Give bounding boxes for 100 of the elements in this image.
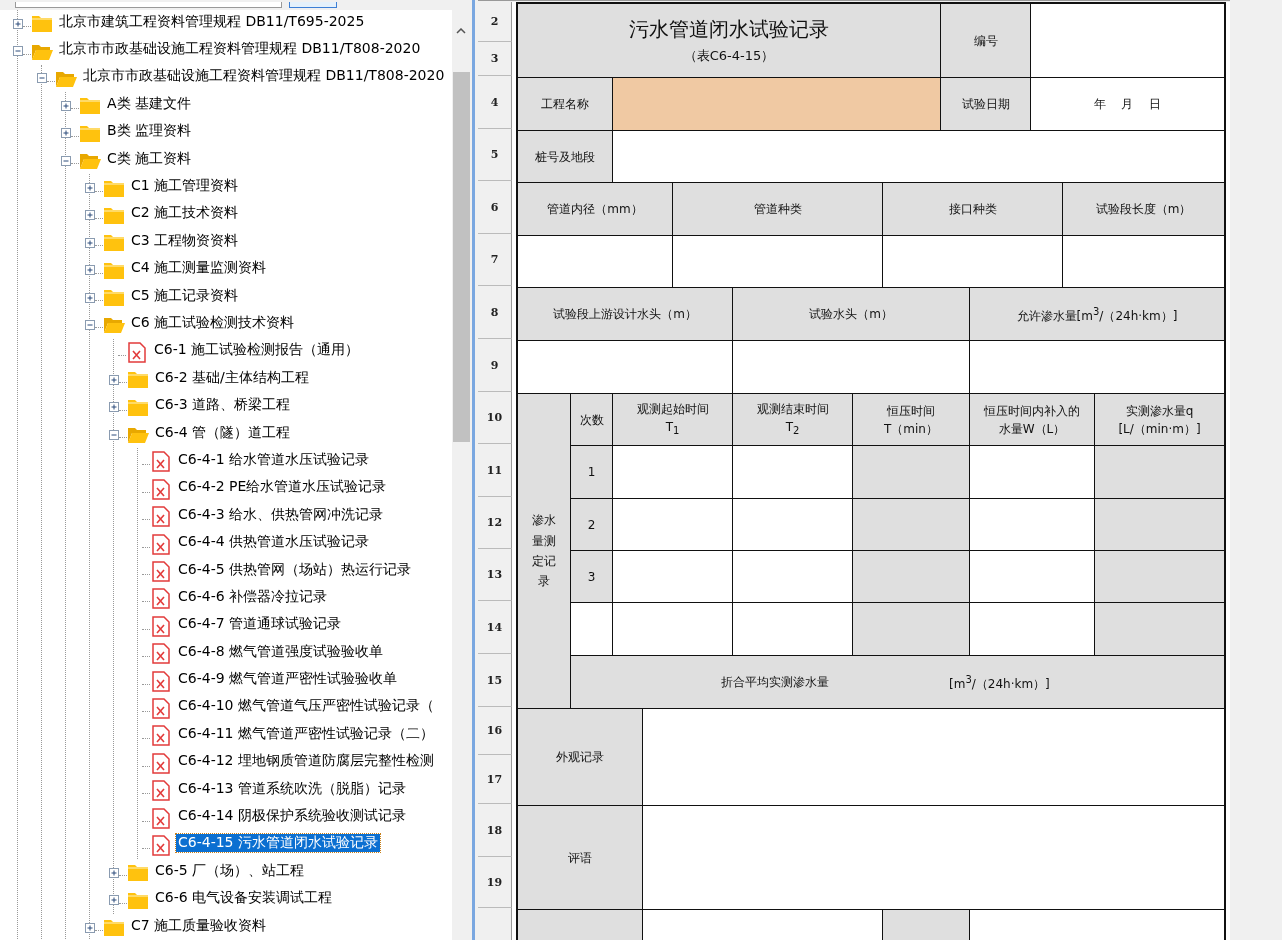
expand-icon[interactable] [109,895,119,906]
row-header[interactable]: 11 [478,444,512,497]
tree-item[interactable]: C6-4-10 燃气管道气压严密性试验记录（ [176,697,436,716]
table-cell: 渗水量测定记录 [518,394,570,708]
table-cell: 年 月 日 [1031,78,1224,130]
folder-icon [103,178,125,198]
row-header[interactable]: 14 [478,601,512,654]
tree-item[interactable]: C7 施工质量验收资料 [129,916,269,935]
file-cross-icon [152,697,170,719]
open-folder-icon [103,315,125,335]
tree-item[interactable]: C6-4-6 补偿器冷拉记录 [176,587,330,606]
tree-item[interactable]: C6-3 道路、桥梁工程 [153,396,293,415]
row-header[interactable]: 3 [478,42,512,76]
tree-item[interactable]: C6-4-7 管道通球试验记录 [176,615,344,634]
tree-item[interactable]: C6-4-8 燃气管道强度试验验收单 [176,642,386,661]
tree-item[interactable]: C6-4-5 供热管网（场站）热运行记录 [176,560,414,579]
tree-item[interactable]: C6-2 基础/主体结构工程 [153,368,311,387]
tree-item[interactable]: 北京市市政基础设施工程资料管理规程 DB11/T808-2020 [81,67,447,86]
row-header[interactable]: 10 [478,392,512,444]
expand-icon[interactable] [109,402,119,413]
file-cross-icon [152,670,170,692]
tree-item[interactable]: C6-4-12 埋地钢质管道防腐层完整性检测 [176,752,436,771]
file-cross-icon [152,615,170,637]
row-header[interactable]: 2 [478,2,512,42]
expand-icon[interactable] [109,867,119,878]
expand-icon[interactable] [85,292,95,303]
expand-icon[interactable] [109,374,119,385]
table-cell: 桩号及地段 [518,131,612,182]
table-cell: 1 [571,446,612,498]
tree-item[interactable]: C6-1 施工试验检测报告（通用） [152,341,362,360]
toolbar-button[interactable] [289,2,337,8]
open-folder-icon [127,425,149,445]
cell-text: 折合平均实测渗水量 [721,674,829,691]
table-cell: 试验日期 [941,78,1030,130]
row-header[interactable]: 6 [478,181,512,234]
open-folder-icon [79,151,101,171]
folder-icon [127,397,149,417]
tree-item[interactable]: C6-4-2 PE给水管道水压试验记录 [176,478,389,497]
tree-item[interactable]: 北京市建筑工程资料管理规程 DB11/T695-2025 [57,12,367,31]
tree-item[interactable]: C6-4 管（隧）道工程 [153,423,293,442]
expand-icon[interactable] [85,210,95,221]
table-cell: 外观记录 [518,709,642,805]
expand-icon[interactable] [85,183,95,194]
tree-item[interactable]: C6-4-15 污水管道闭水试验记录 [176,834,380,853]
file-cross-icon [152,643,170,665]
collapse-icon[interactable] [37,73,47,84]
tree-item[interactable]: C6-4-11 燃气管道严密性试验记录（二） [176,724,436,743]
tree-item[interactable]: 北京市市政基础设施工程资料管理规程 DB11/T808-2020 [57,40,423,59]
tree-item[interactable]: A类 基建文件 [105,94,194,113]
folder-icon [103,233,125,253]
tree-item[interactable]: C4 施工测量监测资料 [129,259,269,278]
collapse-icon[interactable] [13,46,23,57]
table-cell: 观测结束时间 T$_{2}$ [733,394,852,445]
expand-icon[interactable] [85,265,95,276]
search-field[interactable] [15,2,282,8]
row-header[interactable]: 13 [478,549,512,601]
row-header[interactable]: 8 [478,286,512,339]
tree-item[interactable]: C1 施工管理资料 [129,177,241,196]
tree-item[interactable]: C6-4-1 给水管道水压试验记录 [176,450,372,469]
row-header[interactable]: 19 [478,857,512,908]
row-header[interactable]: 9 [478,339,512,392]
tree-item[interactable]: C6-4-4 供热管道水压试验记录 [176,533,372,552]
tree-item[interactable]: B类 监理资料 [105,122,194,141]
tree-item[interactable]: C6-4-9 燃气管道严密性试验验收单 [176,670,400,689]
cell-text: [m$^{3}$/（24h·km）] [949,672,1050,693]
collapse-icon[interactable] [61,155,71,166]
row-header[interactable]: 4 [478,76,512,129]
row-header[interactable]: 18 [478,804,512,857]
tree-item[interactable]: C6-5 厂（场）、站工程 [153,861,307,880]
expand-icon[interactable] [61,100,71,111]
scroll-up-icon[interactable] [456,28,466,34]
row-header[interactable]: 7 [478,234,512,286]
tree-item[interactable]: C6-6 电气设备安装调试工程 [153,889,335,908]
file-cross-icon [152,780,170,802]
row-header[interactable]: 15 [478,654,512,707]
collapse-icon[interactable] [85,320,95,330]
scrollbar-thumb[interactable] [452,72,470,442]
table-cell: 编号 [941,4,1030,77]
table-cell: 恒压时间内补入的 水量W（L） [970,394,1094,445]
row-header[interactable]: 5 [478,129,512,181]
tree-item[interactable]: C6-4-13 管道系统吹洗（脱脂）记录 [176,779,408,798]
expand-icon[interactable] [85,237,95,248]
expand-icon[interactable] [61,128,71,139]
tree-item[interactable]: C3 工程物资资料 [129,231,241,250]
tree-item[interactable]: C类 施工资料 [105,149,194,168]
tree-item[interactable]: C6-4-3 给水、供热管网冲洗记录 [176,505,386,524]
collapse-icon[interactable] [109,429,119,440]
table-cell: 2 [571,499,612,550]
row-header[interactable]: 16 [478,707,512,755]
tree-item[interactable]: C2 施工技术资料 [129,204,241,223]
tree-item[interactable]: C5 施工记录资料 [129,286,241,305]
expand-icon[interactable] [85,922,95,933]
row-header[interactable]: 17 [478,755,512,804]
table-cell: 次数 [571,394,612,445]
tree-item[interactable]: C6 施工试验检测技术资料 [129,314,297,332]
table-cell: 恒压时间 T（min） [853,394,969,445]
row-header[interactable]: 12 [478,497,512,549]
table-cell: 允许渗水量[m$^{3}$/（24h·km）] [970,288,1224,340]
tree-item[interactable]: C6-4-14 阴极保护系统验收测试记录 [176,807,408,825]
expand-icon[interactable] [13,18,23,29]
